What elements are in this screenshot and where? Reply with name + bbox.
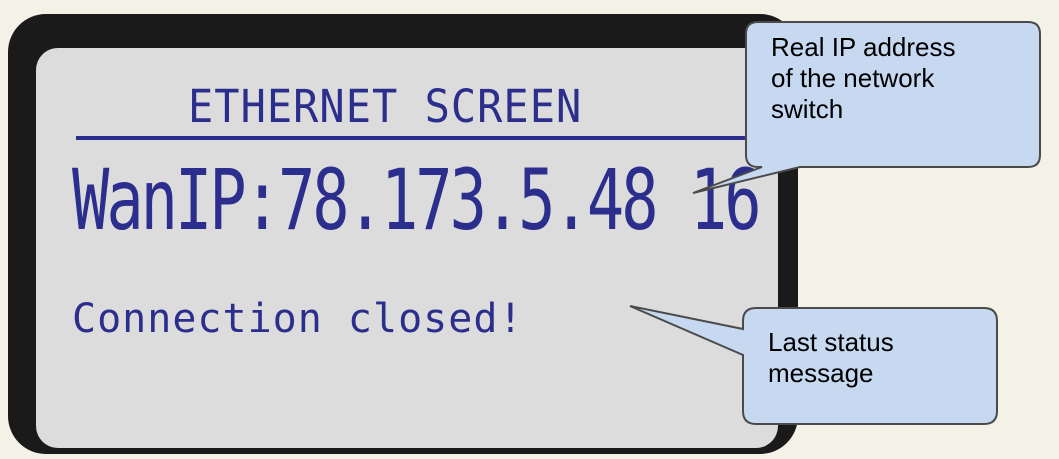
screen-title: ETHERNET SCREEN [188, 79, 583, 133]
ip-callout-line: of the network [771, 63, 935, 93]
status-callout-text: Last status message [768, 327, 988, 389]
status-message: Connection closed! [72, 296, 524, 342]
ip-callout-line: Real IP address [771, 32, 956, 62]
status-callout-line: Last status [768, 327, 894, 357]
status-callout-line: message [768, 358, 874, 388]
title-underline [76, 136, 762, 140]
wan-ip-readout: WanIP:78.173.5.48 16 [72, 150, 762, 250]
lcd-screen: ETHERNET SCREEN WanIP:78.173.5.48 16 Con… [36, 48, 778, 448]
ip-callout-line: switch [771, 94, 844, 124]
lcd-display-frame: ETHERNET SCREEN WanIP:78.173.5.48 16 Con… [8, 14, 798, 454]
ip-address-callout-text: Real IP address of the network switch [771, 32, 1031, 125]
